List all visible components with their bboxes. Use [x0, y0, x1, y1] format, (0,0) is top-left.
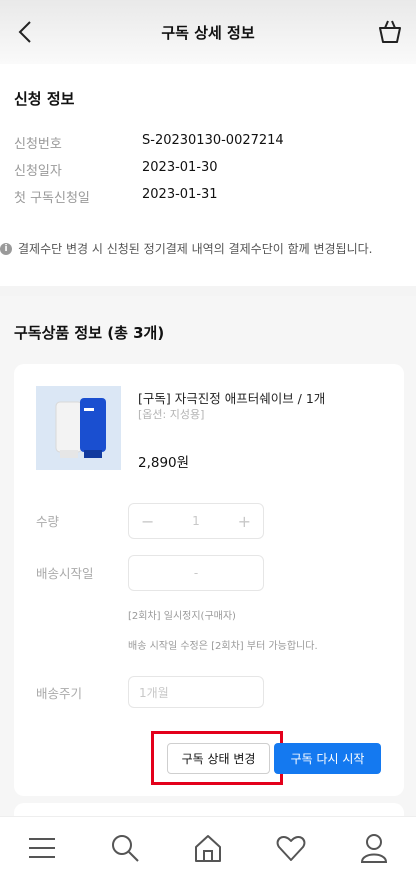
pause-note: [2회차] 일시정지(구매자)	[128, 611, 236, 622]
top-header: 구독 상세 정보	[0, 0, 416, 64]
info-value: S-20230130-0027214	[142, 133, 284, 148]
menu-icon[interactable]	[22, 828, 62, 868]
cycle-value: 1개월	[139, 685, 169, 700]
search-icon[interactable]	[105, 828, 145, 868]
info-value: 2023-01-31	[142, 187, 218, 202]
edit-note: 배송 시작일 수정은 [2회차] 부터 가능합니다.	[128, 641, 318, 652]
payment-notice: i 결제수단 변경 시 신청된 정기결제 내역의 결제수단이 함께 변경됩니다.	[0, 240, 373, 257]
info-value: 2023-01-30	[142, 160, 218, 175]
info-row-date: 신청일자 2023-01-30	[14, 160, 218, 179]
bottom-tab-bar	[0, 816, 416, 878]
info-label: 신청일자	[14, 164, 62, 179]
chevron-left-icon[interactable]	[14, 18, 38, 46]
products-title: 구독상품 정보 (총 3개)	[14, 324, 165, 342]
cycle-label: 배송주기	[36, 686, 83, 701]
quantity-stepper[interactable]: − 1 +	[128, 503, 264, 539]
info-icon: i	[0, 242, 12, 255]
product-option: [옵션: 지성용]	[138, 408, 205, 421]
start-date-field[interactable]: -	[128, 555, 264, 591]
info-label: 신청번호	[14, 137, 62, 152]
application-title: 신청 정보	[14, 90, 75, 108]
notice-text: 결제수단 변경 시 신청된 정기결제 내역의 결제수단이 함께 변경됩니다.	[18, 242, 373, 256]
plus-icon[interactable]: +	[238, 512, 251, 531]
user-icon[interactable]	[354, 828, 394, 868]
product-price: 2,890원	[138, 455, 190, 471]
page-title: 구독 상세 정보	[161, 23, 255, 42]
cycle-field[interactable]: 1개월	[128, 676, 264, 708]
minus-icon[interactable]: −	[141, 512, 154, 531]
info-row-first-date: 첫 구독신청일 2023-01-31	[14, 187, 218, 206]
quantity-label: 수량	[36, 514, 60, 529]
start-date-value: -	[193, 566, 199, 580]
restart-subscription-button[interactable]: 구독 다시 시작	[274, 743, 381, 774]
quantity-value: 1	[192, 514, 200, 528]
product-image[interactable]	[36, 386, 121, 470]
highlight-box	[151, 731, 283, 785]
home-icon[interactable]	[188, 828, 228, 868]
shopping-bag-icon[interactable]	[376, 17, 404, 45]
product-name[interactable]: [구독] 자극진정 애프터쉐이브 / 1개	[138, 388, 325, 407]
heart-icon[interactable]	[271, 828, 311, 868]
info-label: 첫 구독신청일	[14, 191, 90, 206]
info-row-number: 신청번호 S-20230130-0027214	[14, 133, 284, 152]
product-tubes-illustration	[55, 398, 106, 458]
start-date-label: 배송시작일	[36, 566, 94, 581]
